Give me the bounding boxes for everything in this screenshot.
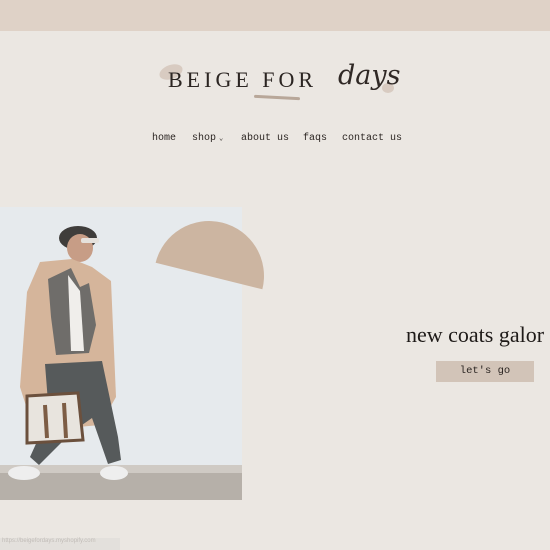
nav-contact-us[interactable]: contact us	[342, 133, 402, 144]
nav-faqs-label: faqs	[303, 133, 328, 144]
logo-script-text: days	[338, 60, 401, 91]
lets-go-button[interactable]: let's go	[436, 361, 534, 382]
nav-shop[interactable]: shop ⌄	[192, 133, 223, 144]
nav-home[interactable]: home	[152, 133, 176, 144]
nav-contact-us-label: contact us	[342, 133, 403, 144]
nav-shop-label: shop	[192, 133, 217, 144]
page: BEIGE FOR days home shop ⌄ about us faqs …	[0, 0, 550, 550]
status-url: https://beigefordays.myshopify.com	[2, 538, 96, 544]
logo-text: BEIGE FOR	[168, 67, 318, 92]
nav-home-label: home	[152, 133, 177, 144]
chevron-down-icon: ⌄	[219, 135, 224, 143]
nav-about-us[interactable]: about us	[241, 133, 289, 144]
logo-brush-stroke	[253, 94, 301, 101]
browser-status-bar: https://beigefordays.myshopify.com	[0, 538, 120, 550]
main-nav: home shop ⌄ about us faqs contact us	[0, 133, 550, 149]
announcement-bar	[0, 0, 550, 31]
hero-headline: new coats galor	[406, 322, 545, 347]
nav-faqs[interactable]: faqs	[303, 133, 327, 144]
nav-about-us-label: about us	[241, 133, 290, 144]
site-logo[interactable]: BEIGE FOR days	[150, 58, 410, 108]
